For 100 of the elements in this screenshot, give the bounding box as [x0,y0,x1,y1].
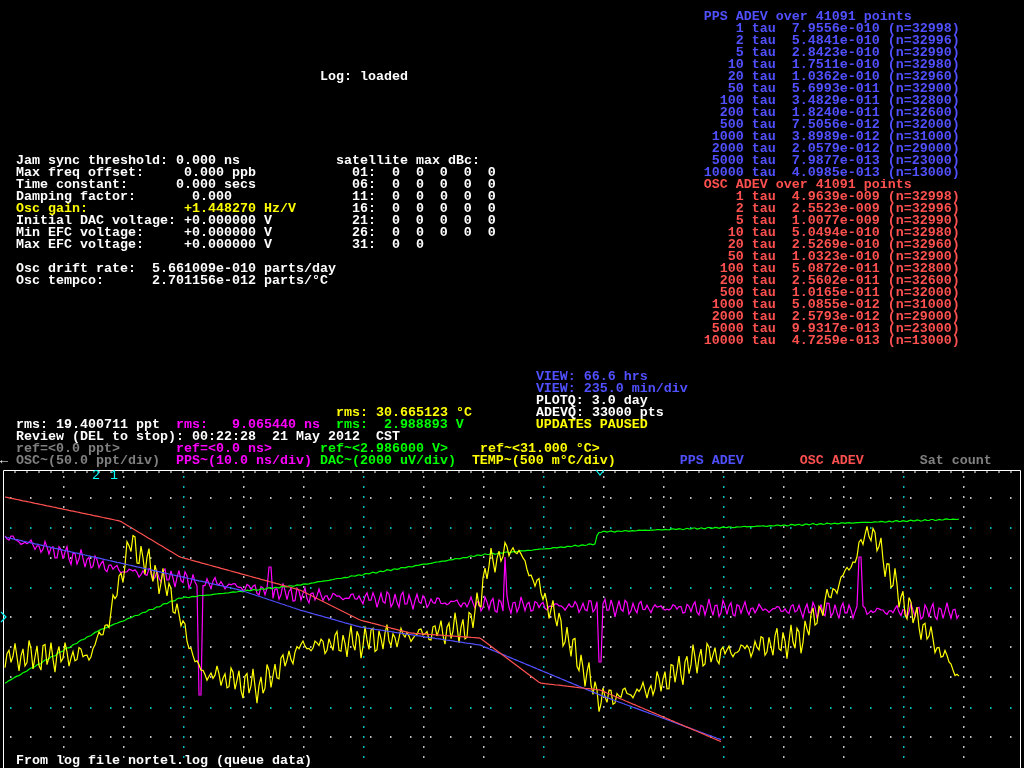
sample-count: (n=32960) [887,239,960,251]
sample-count: (n=32996) [887,35,960,47]
tau-value: 10 [727,227,744,239]
sample-count: (n=32998) [887,23,960,35]
satellite-number: 01: [351,167,376,179]
tau-value: 500 [719,119,744,131]
tau-unit: tau [751,143,776,155]
tau-unit: tau [751,131,776,143]
tau-unit: tau [751,47,776,59]
setting-label: Min EFC voltage: [16,227,144,239]
table-cell: 0 [487,215,496,227]
tau-value: 100 [719,263,744,275]
table-cell: 0 [487,191,496,203]
reference-value: ref=<0.0 ns> [175,443,272,455]
reference-value: ref~<2.986000 V> [319,443,448,455]
adev-value: 1.0165e-011 [791,287,880,299]
adev-value: 2.5602e-011 [791,275,880,287]
adev-value: 1.8240e-011 [791,107,880,119]
rms-reading: rms: 2.988893 V [335,419,464,431]
setting-value: +0.000000 V [183,215,272,227]
tau-unit: tau [751,83,776,95]
sample-count: (n=32960) [887,71,960,83]
table-cell: 0 [391,239,400,251]
adev-value: 4.9639e-009 [791,191,880,203]
table-cell: 0 [439,191,448,203]
table-title: PPS ADEV over 41091 points [703,11,912,23]
tau-unit: tau [751,299,776,311]
sample-count: (n=32900) [887,83,960,95]
view-info: UPDATES PAUSED [535,419,648,431]
view-info: VIEW: 235.0 min/div [535,383,688,395]
setting-label: Jam sync threshold: [16,155,168,167]
rms-reading: rms: 30.665123 °C [335,407,472,419]
setting-value: +0.000000 V [183,227,272,239]
sample-count: (n=23000) [887,155,960,167]
tau-value: 10 [727,59,744,71]
table-cell: 0 [391,167,400,179]
sample-count: (n=32600) [887,275,960,287]
setting-label: Time constant: [16,179,128,191]
stat-value: 2.701156e-012 parts/°C [151,275,328,287]
trace-legend: Sat count [919,455,992,467]
adev-value: 2.5269e-010 [791,239,880,251]
satellite-number: 16: [351,203,376,215]
trace-legend: OSC~(50.0 ppt/div) [16,455,160,467]
table-cell: 0 [463,203,472,215]
sample-count: (n=32900) [887,251,960,263]
table-cell: 0 [487,227,496,239]
adev-value: 5.6993e-011 [791,83,880,95]
sample-count: (n=31000) [887,131,960,143]
tau-unit: tau [751,95,776,107]
table-cell: 0 [391,215,400,227]
stat-value: 5.661009e-010 parts/day [151,263,336,275]
review-status: Review (DEL to stop): 00:22:28 21 May 2012 CST [16,431,400,443]
satellite-number: 31: [351,239,376,251]
tau-unit: tau [751,191,776,203]
trace-legend: DAC~(2000 uV/div) [319,455,456,467]
tau-value: 1 [735,191,744,203]
tau-value: 100 [719,95,744,107]
tau-value: 50 [727,83,744,95]
tau-value: 1000 [711,131,744,143]
table-cell: 0 [439,215,448,227]
sample-count: (n=32980) [887,59,960,71]
tau-value: 50 [727,251,744,263]
tau-unit: tau [751,263,776,275]
trace-legend: PPS~(10.0 ns/div) [175,455,312,467]
adev-value: 4.7259e-013 [791,335,880,347]
view-info: ADEVQ: 33000 pts [535,407,664,419]
tau-unit: tau [751,323,776,335]
table-cell: 0 [415,179,424,191]
setting-label: Max EFC voltage: [16,239,144,251]
sample-count: (n=32990) [887,215,960,227]
tau-unit: tau [751,59,776,71]
setting-value: 0.000 ppb [183,167,256,179]
table-title: OSC ADEV over 41091 points [703,179,912,191]
table-cell: 0 [415,167,424,179]
tau-value: 2 [735,203,744,215]
adev-value: 5.0494e-010 [791,227,880,239]
scroll-arrow: ← [0,455,8,467]
tau-unit: tau [751,251,776,263]
trace-legend: TEMP~(500 m°C/div) [471,455,616,467]
tau-value: 10000 [703,167,744,179]
satellite-number: 21: [351,215,376,227]
tau-unit: tau [751,35,776,47]
adev-value: 2.8423e-010 [791,47,880,59]
table-cell: 0 [439,227,448,239]
table-cell: 0 [391,203,400,215]
trace-legend: OSC ADEV [799,455,864,467]
sample-count: (n=29000) [887,143,960,155]
adev-value: 9.9317e-013 [791,323,880,335]
table-cell: 0 [487,179,496,191]
tau-value: 2 [735,35,744,47]
setting-label: Damping factor: [16,191,136,203]
table-cell: 0 [463,191,472,203]
tau-value: 10000 [703,335,744,347]
adev-value: 7.9877e-013 [791,155,880,167]
rms-reading: rms: 9.065440 ns [175,419,320,431]
tau-value: 200 [719,107,744,119]
marker-icon [0,611,7,623]
adev-value: 3.4829e-011 [791,95,880,107]
tau-unit: tau [751,119,776,131]
table-cell: 0 [439,203,448,215]
